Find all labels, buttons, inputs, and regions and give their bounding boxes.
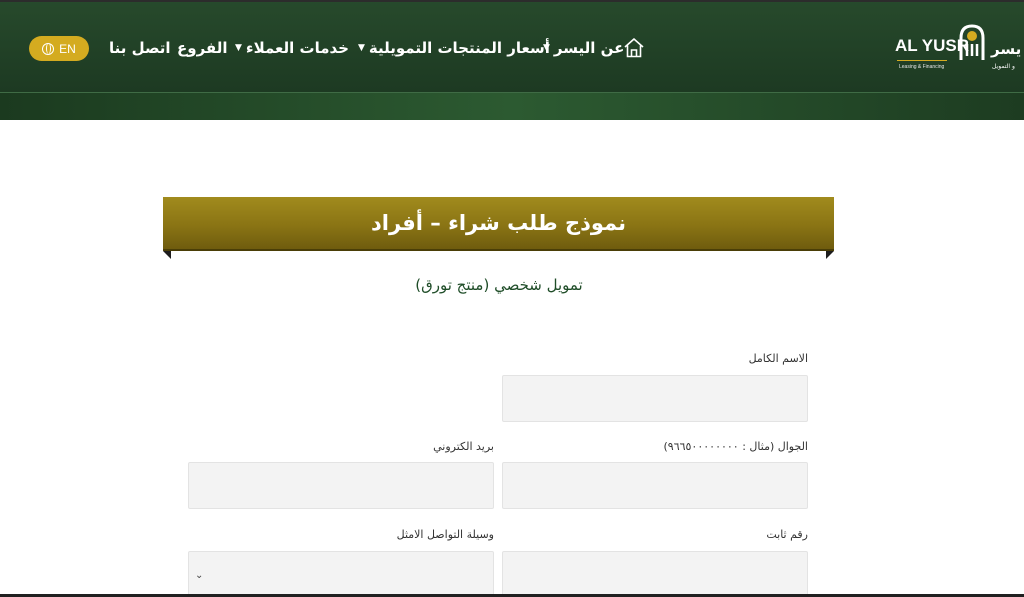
- landline-input[interactable]: [502, 551, 808, 597]
- full-name-label: الاسم الكامل: [748, 352, 808, 365]
- nav-about-label: عن اليسر: [553, 39, 625, 57]
- email-input[interactable]: [188, 462, 494, 509]
- nav-contact-label: اتصل بنا: [109, 39, 171, 57]
- nav-contact[interactable]: اتصل بنا: [109, 36, 171, 60]
- form-title: نموذج طلب شراء – أفراد: [371, 211, 627, 235]
- nav-branches-label: الفروع: [177, 39, 228, 57]
- form-subtitle: تمويل شخصي (منتج تورق): [415, 276, 583, 294]
- caret-down-icon: ▼: [358, 43, 365, 53]
- nav-services[interactable]: خدمات العملاء ▼: [235, 36, 349, 60]
- contact-method-select[interactable]: ⌄: [188, 551, 494, 597]
- chevron-down-icon: ⌄: [195, 570, 204, 581]
- logo-emblem-icon: [959, 24, 985, 60]
- home-icon[interactable]: [623, 37, 645, 59]
- mobile-label: الجوال (مثال : ٩٦٦٥٠٠٠٠٠٠٠٠): [663, 440, 809, 453]
- header-bottom-band: [0, 93, 1024, 120]
- banner-fold-right: [826, 251, 834, 259]
- nav-prices[interactable]: أسعار المنتجات التمويلية ▼: [358, 36, 550, 60]
- nav-services-label: خدمات العملاء: [245, 39, 349, 57]
- nav-prices-label: أسعار المنتجات التمويلية: [368, 39, 550, 57]
- nav-about[interactable]: عن اليسر ▼: [543, 36, 624, 60]
- company-logo[interactable]: AL YUSR Leasing & Financing يسر و التموي…: [895, 20, 1024, 76]
- caret-down-icon: ▼: [543, 43, 550, 53]
- globe-icon: [42, 42, 55, 55]
- form-title-banner: نموذج طلب شراء – أفراد: [163, 197, 834, 251]
- top-border: [0, 0, 1024, 2]
- nav-branches[interactable]: الفروع: [177, 36, 227, 60]
- full-name-input[interactable]: [502, 375, 808, 422]
- landline-label: رقم ثابت: [766, 528, 808, 541]
- language-label: EN: [59, 41, 76, 56]
- email-label: بريد الكتروني: [433, 440, 494, 453]
- site-header: EN اتصل بنا الفروع خدمات العملاء ▼ أسعار…: [0, 0, 1024, 120]
- logo-tagline-ar: و التمويل: [992, 63, 1015, 70]
- logo-gold-line: [897, 60, 947, 61]
- language-switch-button[interactable]: EN: [29, 36, 89, 61]
- contact-method-label: وسيلة التواصل الامثل: [396, 528, 494, 541]
- logo-tagline-en: Leasing & Financing: [899, 64, 945, 70]
- mobile-input[interactable]: [502, 462, 808, 509]
- caret-down-icon: ▼: [235, 43, 242, 53]
- logo-brand-ar: يسر: [991, 40, 1022, 58]
- banner-fold-left: [163, 251, 171, 259]
